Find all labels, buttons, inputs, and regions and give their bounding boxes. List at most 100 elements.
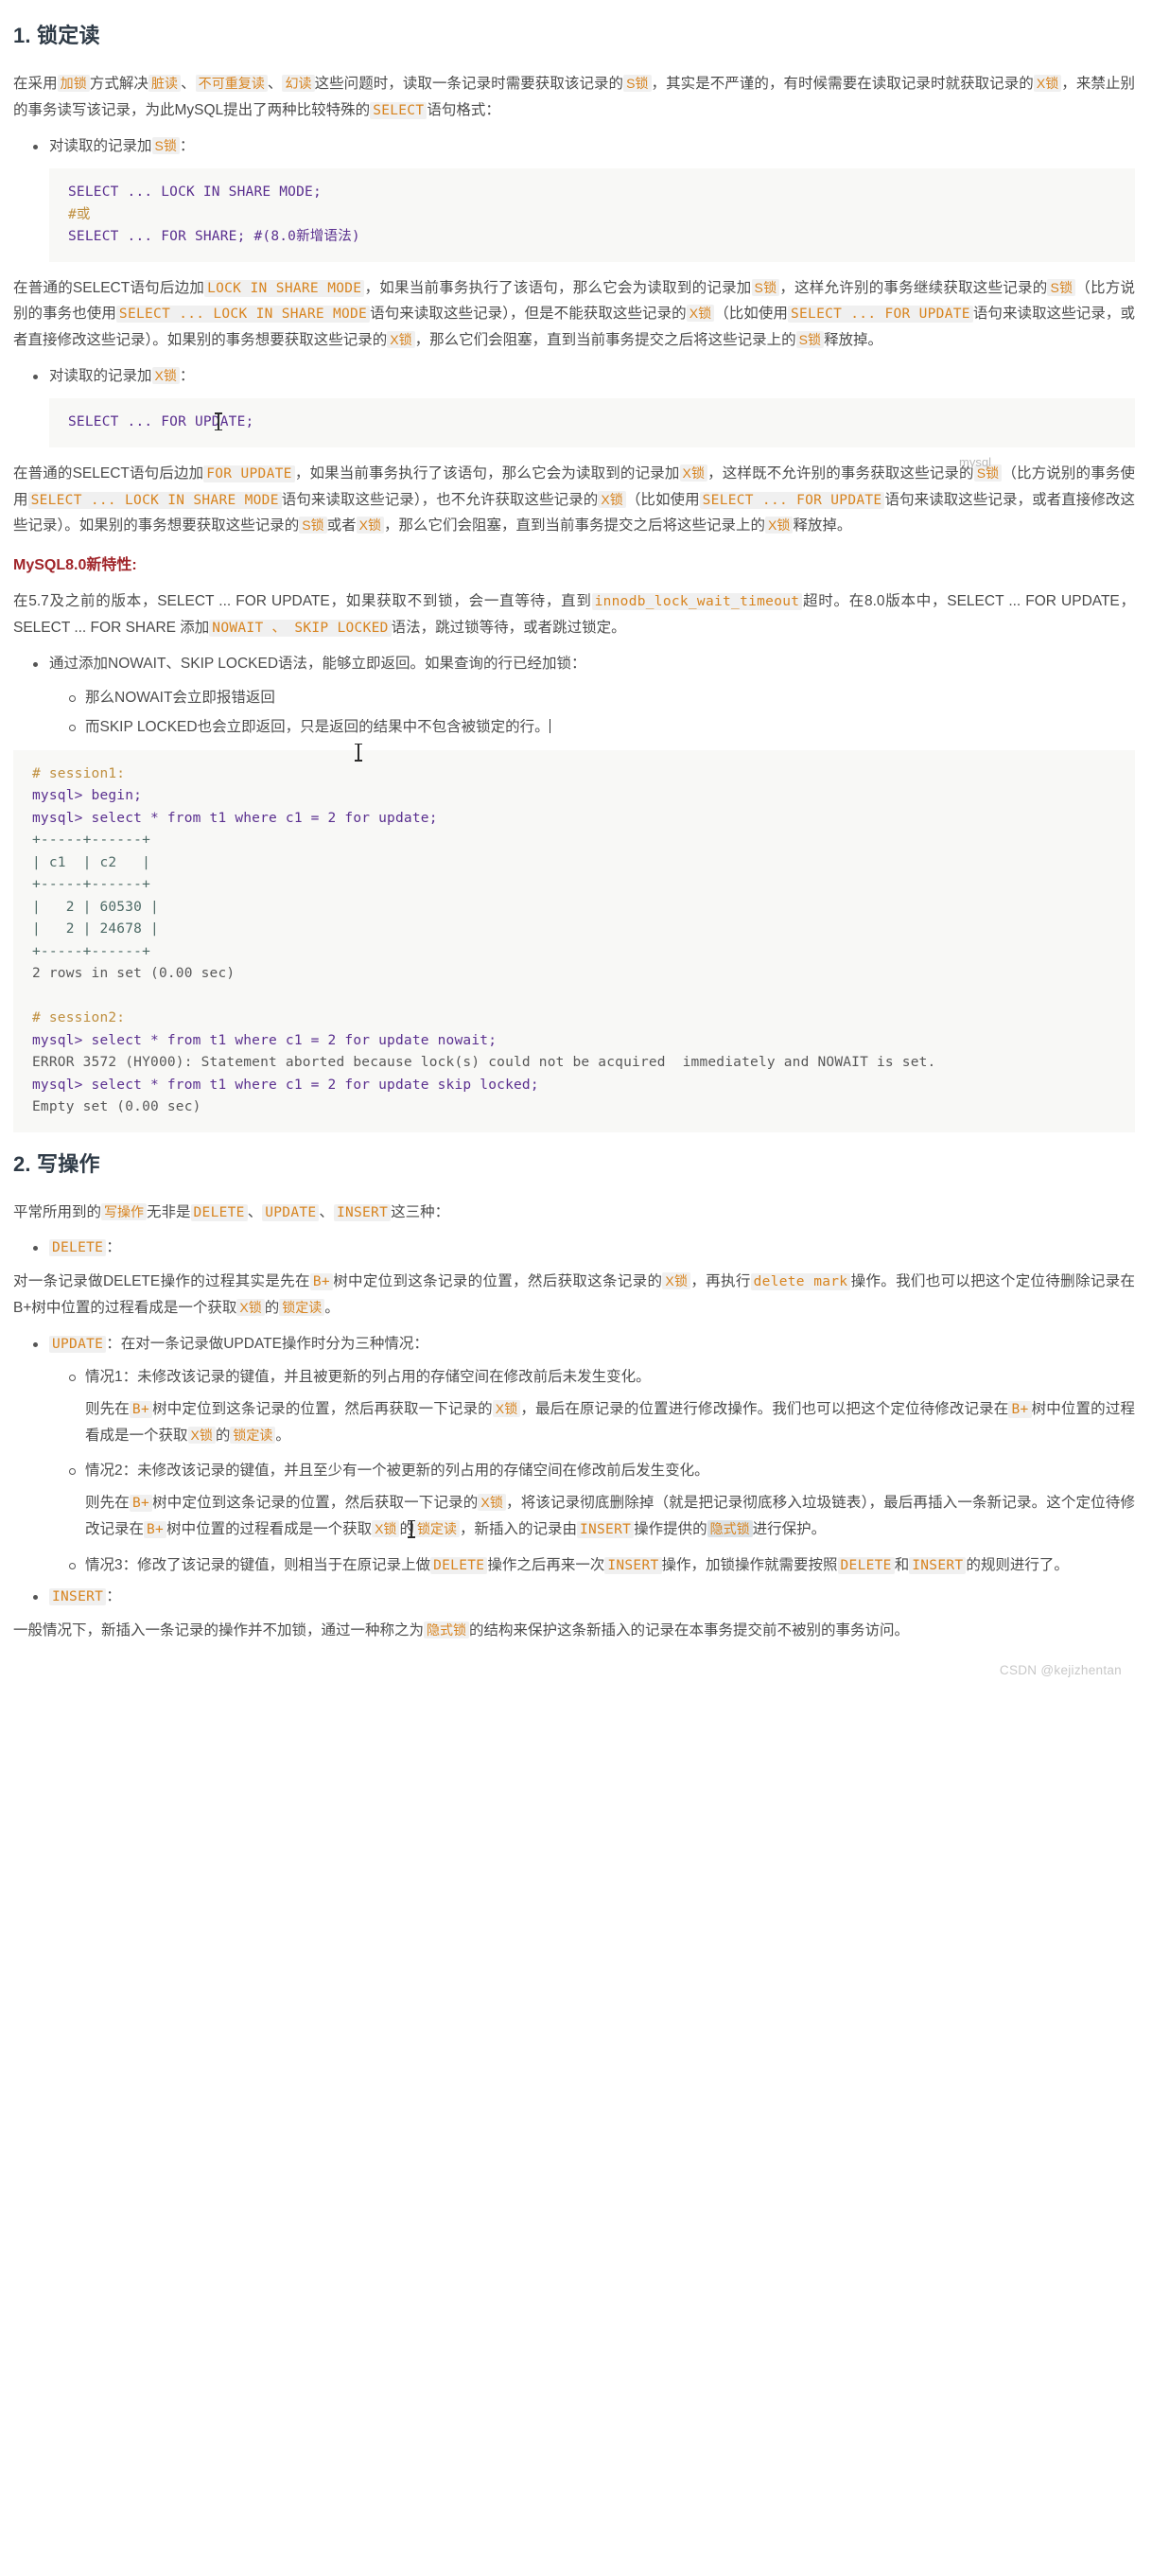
text-fragment: ，最后在原记录的位置进行修改操作。我们也可以把这个定位待修改记录在 — [520, 1401, 1009, 1418]
token-delete: DELETE — [430, 1556, 488, 1574]
token-lock-in-share-mode: LOCK IN SHARE MODE — [204, 279, 365, 297]
text-fragment: 在普通的SELECT语句后边加 — [13, 279, 205, 296]
bullet-list-insert: INSERT： — [13, 1584, 1135, 1610]
code-line: #或 — [68, 206, 91, 222]
text-fragment: 在5.7及之前的版本，SELECT ... FOR UPDATE，如果获取不到锁… — [13, 593, 592, 610]
token-delete-mark: delete mark — [750, 1273, 851, 1291]
token-bplus: B+ — [129, 1401, 152, 1419]
token-s-lock: S锁 — [1047, 278, 1076, 296]
code-line: SELECT ... FOR UPDATE; — [68, 414, 254, 430]
token-innodb-lock-wait-timeout: innodb_lock_wait_timeout — [591, 593, 803, 611]
text-cursor-icon — [408, 1519, 415, 1538]
text-fragment: ，其实是不严谨的，有时候需要在读取记录时就获取记录的 — [651, 76, 1034, 93]
text-fragment: 对读取的记录加 — [49, 137, 152, 154]
text-fragment: 进行保护。 — [752, 1520, 827, 1537]
text-fragment: 语句来读取这些记录），但是不能获取这些记录的 — [370, 306, 687, 323]
text-cursor-icon — [355, 743, 362, 762]
sublist-update-case3: 情况3：修改了该记录的键值，则相当于在原记录上做 DELETE 操作之后再来一次 IN… — [13, 1552, 1135, 1579]
mysql80-feature-heading: MySQL8.0新特性: — [13, 556, 137, 573]
paragraph-write-ops: 平常所用到的 写操作 无非是 DELETE、 UPDATE、 INSERT 这三种： — [13, 1200, 1135, 1226]
token-insert: INSERT — [576, 1520, 635, 1538]
token-select-lock-in-share-mode: SELECT ... LOCK IN SHARE MODE — [27, 491, 282, 509]
sublist-update-cases: 情况1：未修改该记录的键值，并且被更新的列占用的存储空间在修改前后未发生变化。 — [13, 1364, 1135, 1391]
text-fragment: 操作提供的 — [634, 1520, 707, 1537]
token-suodingdu: 锁定读 — [279, 1299, 325, 1317]
text-fragment: ，新插入的记录由 — [459, 1520, 577, 1537]
code-line: +-----+------+ — [32, 943, 151, 959]
paragraph-case1-detail: 则先在 B+ 树中定位到这条记录的位置，然后再获取一下记录的 X锁 ，最后在原记录的位置… — [85, 1396, 1135, 1448]
code-line: # session2: — [32, 1010, 126, 1026]
list-item: 而SKIP LOCKED也会立即返回，只是返回的结果中不包含被锁定的行。 — [69, 714, 1135, 741]
text-fragment: 这些问题时，读取一条记录时需要获取该记录的 — [314, 76, 624, 93]
token-s-lock: S锁 — [751, 278, 780, 296]
text-fragment: （比如使用 — [625, 491, 700, 508]
code-line: Empty set (0.00 sec) — [32, 1099, 201, 1115]
text-fragment: 树中位置的过程看成是一个获取 — [166, 1520, 373, 1537]
token-huandu: 幻读 — [282, 75, 315, 93]
text-fragment: ，那么它们会阻塞，直到当前事务提交之后将这些记录上的 — [383, 517, 765, 534]
text-fragment: 。 — [324, 1300, 340, 1317]
text-fragment: 语法，跳过锁等待，或者跳过锁定。 — [391, 620, 626, 637]
bullet-list-update: UPDATE ：在对一条记录做UPDATE操作时分为三种情况： — [13, 1331, 1135, 1358]
token-suodingdu: 锁定读 — [230, 1426, 276, 1444]
text-fragment: ： — [106, 1239, 121, 1256]
sublist-nowait: 那么NOWAIT会立即报错返回 而SKIP LOCKED也会立即返回，只是返回的… — [13, 685, 1135, 741]
token-x-lock: X锁 — [387, 331, 415, 349]
text-fragment: 的结构来保护这条新插入的记录在本事务提交前不被别的事务访问。 — [469, 1622, 910, 1639]
list-item: 对读取的记录加 X锁： — [33, 363, 1135, 390]
text-fragment: 在普通的SELECT语句后边加 — [13, 464, 204, 482]
paragraph-delete-detail: 对一条记录做DELETE操作的过程其实是先在 B+ 树中定位到这条记录的位置，然后获… — [13, 1269, 1135, 1321]
token-select: SELECT — [370, 101, 428, 119]
text-fragment: ，再执行 — [690, 1273, 751, 1290]
code-line: | 2 | 24678 | — [32, 921, 159, 938]
text-fragment: ，这样既不允许别的事务获取这些记录的 — [707, 464, 974, 482]
text-fragment: 释放掉。 — [823, 332, 882, 349]
code-line: | c1 | c2 | — [32, 854, 151, 870]
token-bplus: B+ — [144, 1520, 167, 1538]
token-x-lock: X锁 — [686, 305, 715, 323]
token-x-lock: X锁 — [598, 490, 626, 508]
code-line: | 2 | 60530 | — [32, 899, 159, 915]
token-select-for-update: SELECT ... FOR UPDATE — [788, 306, 973, 324]
code-line: SELECT ... FOR SHARE; #(8.0新增语法) — [68, 229, 360, 245]
text-fragment: ：在对一条记录做UPDATE操作时分为三种情况： — [106, 1335, 428, 1352]
code-block-share-mode: SELECT ... LOCK IN SHARE MODE; #或 SELECT… — [49, 168, 1135, 262]
code-block-terminal-session: # session1: mysql> begin; mysql> select … — [13, 749, 1135, 1132]
text-fragment: 这三种： — [391, 1203, 450, 1220]
paragraph-mysql80: 在5.7及之前的版本，SELECT ... FOR UPDATE，如果获取不到锁… — [13, 588, 1135, 641]
bullet-list-x-lock: 对读取的记录加 X锁： — [13, 363, 1135, 390]
text-fragment: （比如使用 — [714, 306, 788, 323]
token-delete: DELETE — [190, 1203, 248, 1221]
code-line: +-----+------+ — [32, 877, 151, 893]
text-fragment: 而SKIP LOCKED也会立即返回，只是返回的结果中不包含被锁定的行。 — [85, 719, 550, 736]
paragraph-case2-detail: 则先在 B+ 树中定位到这条记录的位置，然后获取一下记录的 X锁 ，将该记录彻底删除掉（… — [85, 1490, 1135, 1543]
list-item: 情况2：未修改该记录的键值，并且至少有一个被更新的列占用的存储空间在修改前后发生… — [69, 1458, 1135, 1484]
text-fragment: 的 — [264, 1300, 280, 1317]
token-x-lock: X锁 — [372, 1519, 400, 1537]
text-fragment: 一般情况下，新插入一条记录的操作并不加锁，通过一种称之为 — [13, 1622, 425, 1639]
token-s-lock: S锁 — [795, 331, 824, 349]
text-fragment: 。 — [275, 1427, 290, 1444]
text-fragment: ： — [106, 1588, 121, 1605]
text-fragment: ： — [179, 367, 195, 384]
code-line: SELECT ... LOCK IN SHARE MODE; — [68, 184, 322, 201]
text-fragment: 对一条记录做DELETE操作的过程其实是先在 — [13, 1273, 310, 1290]
token-x-lock: X锁 — [764, 517, 794, 534]
csdn-watermark: CSDN @kejizhentan — [999, 1662, 1122, 1677]
list-item: 通过添加NOWAIT、SKIP LOCKED语法，能够立即返回。如果查询的行已经… — [33, 651, 1135, 677]
token-insert: INSERT — [909, 1556, 967, 1574]
list-item: INSERT： — [33, 1584, 1135, 1610]
sublist-update-case2: 情况2：未修改该记录的键值，并且至少有一个被更新的列占用的存储空间在修改前后发生… — [13, 1458, 1135, 1484]
token-delete: DELETE — [49, 1239, 107, 1257]
code-line: 2 rows in set (0.00 sec) — [32, 966, 236, 982]
text-fragment: 的规则进行了。 — [966, 1556, 1069, 1573]
list-item: 情况1：未修改该记录的键值，并且被更新的列占用的存储空间在修改前后未发生变化。 — [69, 1364, 1135, 1391]
token-x-lock: X锁 — [1033, 75, 1062, 93]
code-line: # session1: — [32, 765, 126, 781]
text-fragment: 方式解决 — [89, 76, 148, 93]
token-x-lock: X锁 — [356, 517, 384, 534]
token-insert: INSERT — [49, 1588, 107, 1606]
text-fragment: 和 — [894, 1556, 910, 1573]
text-fragment: 、 — [319, 1203, 334, 1220]
code-line: mysql> begin; — [32, 788, 143, 804]
